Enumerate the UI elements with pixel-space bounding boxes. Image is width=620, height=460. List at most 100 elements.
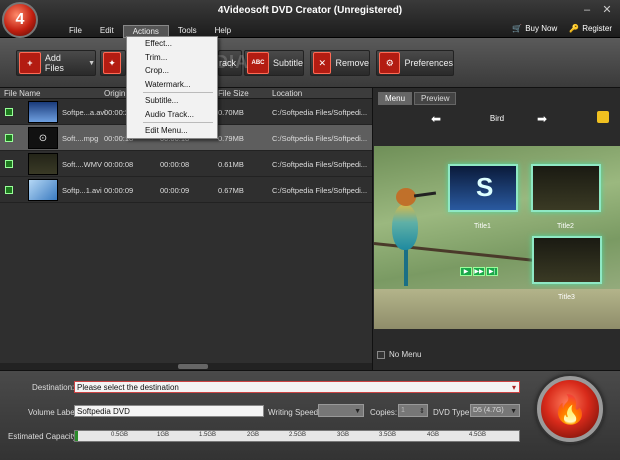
volume-label-input[interactable]: Softpedia DVD [74,405,264,417]
capacity-label: Estimated Capacity: [8,432,80,441]
destination-select[interactable]: Please select the destination ▾ [74,381,520,393]
capacity-tick: 2GB [247,432,260,438]
menu-separator [143,92,213,93]
destination-label: Destination: [32,383,75,392]
menu-item-effect[interactable]: Effect... [127,37,217,51]
video-thumbnail [28,179,58,201]
file-size: 0.70MB [218,108,244,117]
arrow-right-icon[interactable]: ➡ [537,112,547,126]
effect-icon: ✦ [103,52,121,74]
scene-ground [374,289,620,329]
next-icon[interactable]: ▶▶ [473,267,485,276]
app-logo-icon: 4 [2,2,38,38]
effect-button[interactable]: ✦ [100,50,126,76]
abc-icon: ABC [247,52,269,74]
writing-speed-select[interactable]: ▼ [318,404,364,417]
scrollbar-thumb[interactable] [178,364,208,369]
no-menu-checkbox[interactable] [377,350,385,359]
capacity-tick: 4GB [427,432,440,438]
no-menu-option[interactable]: No Menu [377,350,421,359]
capacity-tick: 2.5GB [289,432,307,438]
menu-item-trim[interactable]: Trim... [127,51,217,65]
remove-button[interactable]: ✕ Remove [310,50,370,76]
s-logo-icon: S [476,172,494,202]
chevron-down-icon: ▼ [510,408,517,415]
capacity-tick: 0.5GB [111,432,129,438]
preferences-button[interactable]: ⚙ Preferences [376,50,454,76]
chevron-down-icon: ▼ [88,59,95,67]
add-files-button[interactable]: + Add Files ▼ [16,50,96,76]
bird-beak [413,191,437,198]
capacity-bar: 0.5GB 1GB 1.5GB 2GB 2.5GB 3GB 3.5GB 4GB … [74,430,520,442]
video-thumbnail [28,153,58,175]
column-file-size[interactable]: File Size [218,89,249,98]
column-file-name[interactable]: File Name [4,89,40,98]
row-checkbox[interactable] [5,108,13,116]
file-location: C:/Softpedia Files/Softpedi... [272,108,368,117]
chevron-down-icon: ▾ [511,383,516,392]
close-button[interactable]: ✕ [600,4,614,16]
file-name: Softpe...a.avi [62,108,106,117]
menu-item-edit-menu[interactable]: Edit Menu... [127,124,217,138]
menu-item-subtitle[interactable]: Subtitle... [127,94,217,108]
play-icon[interactable]: ▶ [460,267,472,276]
column-origin[interactable]: Origin [104,89,125,98]
subtitle-button[interactable]: ABC Subtitle [244,50,304,76]
title1-thumbnail[interactable]: S [448,164,518,212]
horizontal-scrollbar[interactable] [0,363,372,370]
menu-item-watermark[interactable]: Watermark... [127,78,217,92]
toolbar: + Add Files ▼ ✦ rack ABC Subtitle ✕ Remo… [0,38,620,88]
capacity-used-fill [75,431,78,441]
title-bar: 4 4Videosoft DVD Creator (Unregistered) … [0,0,620,38]
table-row[interactable]: Softp...1.avi 00:00:09 00:00:09 0.67MB C… [0,177,372,203]
tab-preview[interactable]: Preview [414,92,457,105]
row-checkbox[interactable] [5,134,13,142]
buy-now-link[interactable]: 🛒 Buy Now [512,24,557,33]
preview-tabs: Menu Preview [378,92,457,105]
file-name: Softp...1.avi [62,186,102,195]
burn-button[interactable]: 🔥 [537,376,603,442]
capacity-tick: 3GB [337,432,350,438]
menu-separator [143,122,213,123]
gear-icon: ⚙ [379,52,401,74]
column-location[interactable]: Location [272,89,302,98]
output-settings-panel: Destination: Please select the destinati… [0,370,620,460]
menu-edit[interactable]: Edit [91,25,123,38]
dvd-type-select[interactable]: D5 (4.7G) ▼ [470,404,520,417]
volume-label-label: Volume Label: [28,408,79,417]
capacity-tick: 1GB [157,432,170,438]
row-checkbox[interactable] [5,186,13,194]
chevron-down-icon: ▼ [354,408,361,415]
menu-template-nav: ⬅ Bird ➡ [373,108,620,128]
copies-label: Copies: [370,408,398,417]
file-size: 0.79MB [218,134,244,143]
file-location: C:/Softpedia Files/Softpedi... [272,186,368,195]
register-link[interactable]: 🔑 Register [569,24,612,33]
plus-icon: + [19,52,41,74]
file-size: 0.61MB [218,160,244,169]
last-icon[interactable]: ▶| [486,267,498,276]
title2-thumbnail[interactable] [531,164,601,212]
title3-caption: Title3 [558,294,575,301]
dvd-type-label: DVD Type: [433,408,472,417]
file-name: Soft....WMV [62,160,103,169]
file-origin: 00:00:09 [104,186,134,195]
row-checkbox[interactable] [5,160,13,168]
bird-head [396,188,416,206]
title3-thumbnail[interactable] [532,236,602,284]
minimize-button[interactable]: – [580,4,594,16]
menu-item-audio-track[interactable]: Audio Track... [127,108,217,122]
table-row[interactable]: Soft....WMV 00:00:08 00:00:08 0.61MB C:/… [0,151,372,177]
video-thumbnail [28,101,58,123]
file-name: Soft....mpg [62,134,99,143]
menu-item-crop[interactable]: Crop... [127,64,217,78]
bird-body [392,204,418,250]
cart-icon: 🛒 [512,24,523,33]
title1-caption: Title1 [474,223,491,230]
edit-menu-icon[interactable] [597,111,609,123]
menu-file[interactable]: File [60,25,91,38]
file-length: 00:00:08 [160,160,190,169]
tab-menu[interactable]: Menu [378,92,413,105]
menu-template-name: Bird [489,114,505,123]
copies-stepper[interactable]: 1 ⇕ [398,404,428,417]
